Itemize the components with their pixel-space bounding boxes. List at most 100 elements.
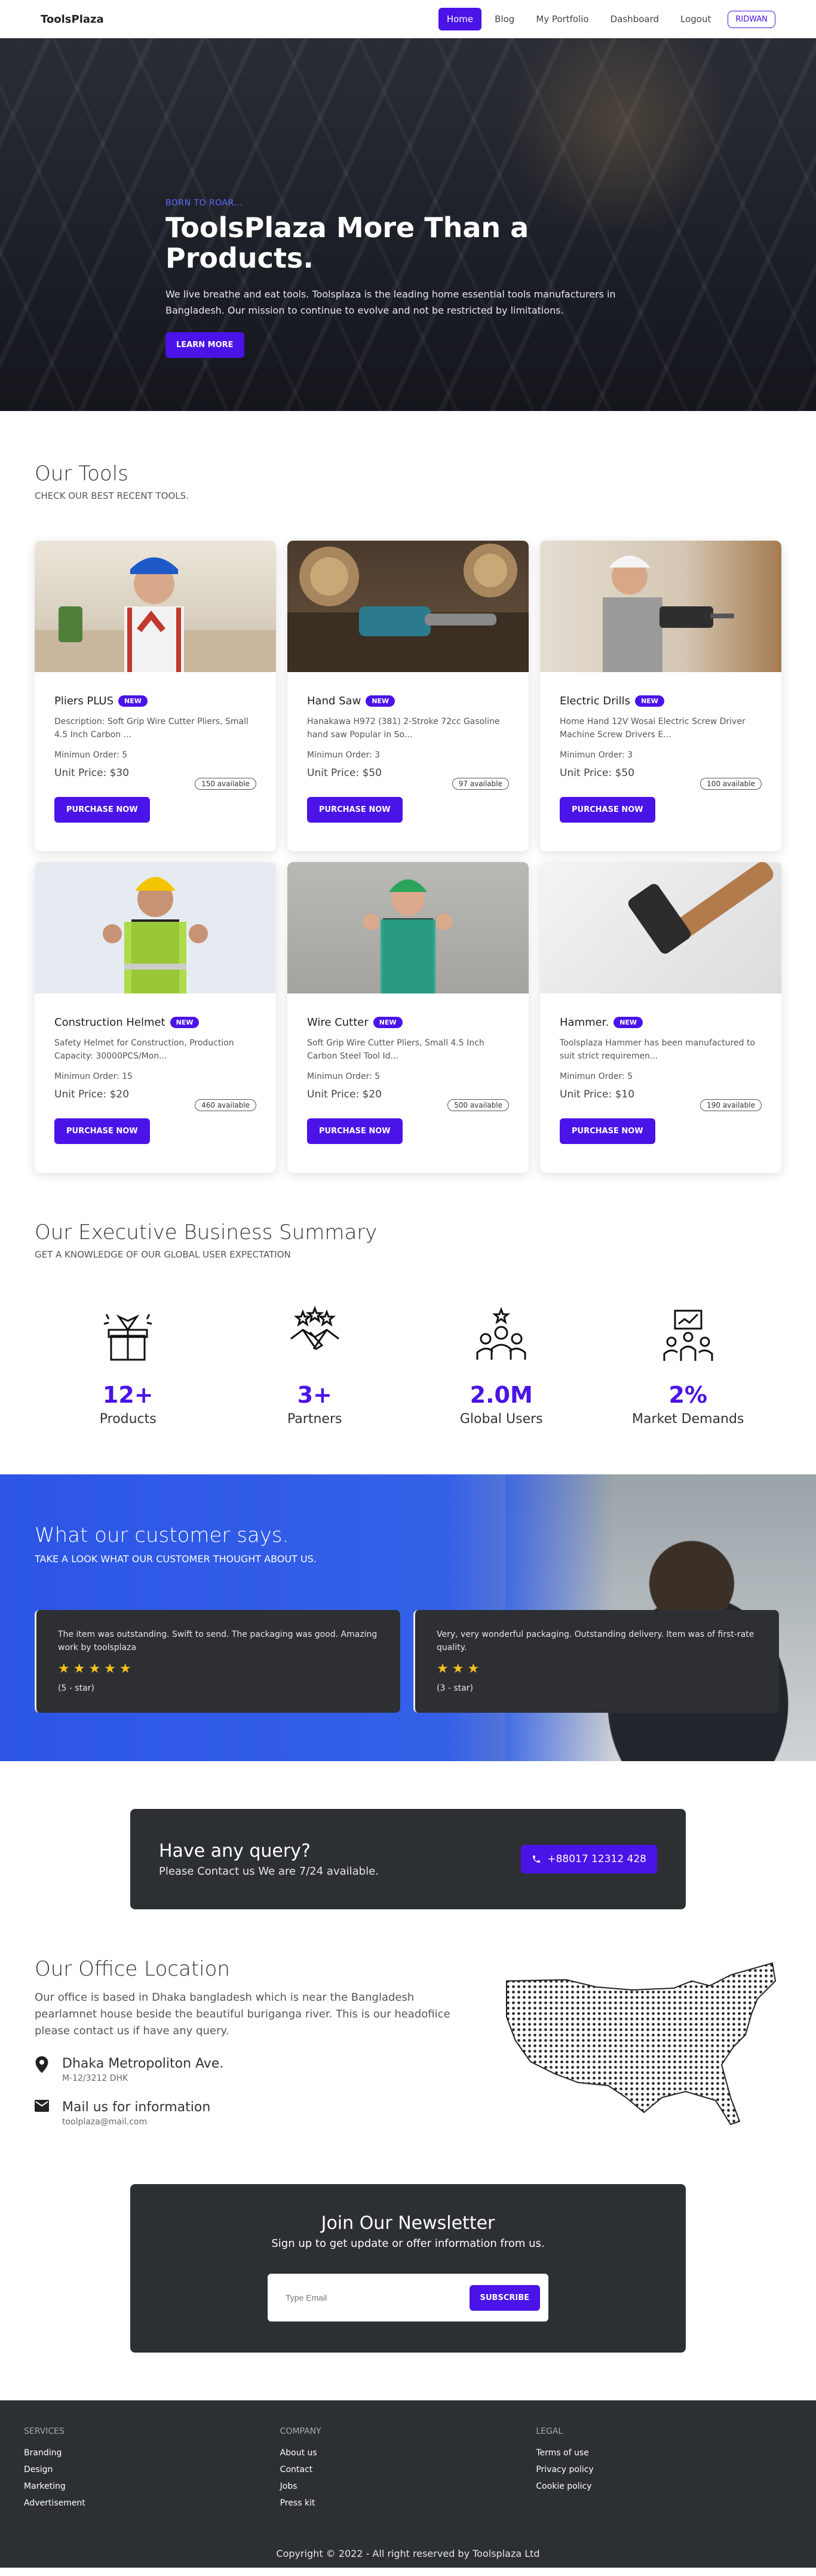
office-section: Our Office Location Our office is based … [35,1957,781,2136]
phone-number: +88017 12312 428 [547,1853,646,1865]
footer-link[interactable]: Terms of use [536,2448,792,2458]
footer-link[interactable]: About us [280,2448,536,2458]
hero-content: BORN TO ROAR... ToolsPlaza More Than a P… [165,198,631,358]
purchase-now-button[interactable]: PURCHASE NOW [560,797,655,823]
tool-available: 190 available [700,1099,762,1111]
user-button[interactable]: RIDWAN [728,10,775,28]
new-badge: NEW [613,1017,643,1028]
footer-link[interactable]: Press kit [280,2498,536,2508]
subscribe-button[interactable]: SUBSCRIBE [469,2284,540,2311]
newsletter-form: SUBSCRIBE [268,2274,548,2322]
query-subtitle: Please Contact us We are 7/24 available. [159,1865,379,1878]
hero-title: ToolsPlaza More Than a Products. [165,211,529,274]
address-item: Dhaka Metropoliton Ave. M-12/3212 DHK [35,2056,453,2083]
stat-global-users: 2.0M Global Users [408,1303,595,1427]
tool-card: Hand Saw NEW Hanakawa H972 (381) 2-Stroke… [287,541,529,851]
tool-min-order: Minimun Order: 15 [54,1072,133,1081]
footer-link[interactable]: Advertisement [24,2498,280,2508]
tool-name: Electric Drills [560,695,631,707]
mail-address[interactable]: toolplaza@mail.com [62,2117,210,2127]
new-badge: NEW [373,1017,403,1028]
email-input[interactable] [286,2293,441,2302]
testimonials-title: What our customer says. [35,1523,289,1547]
star-rating-icon: ★★★ [437,1661,483,1676]
purchase-now-button[interactable]: PURCHASE NOW [560,1118,655,1144]
purchase-now-button[interactable]: PURCHASE NOW [54,797,150,823]
newsletter-subtitle: Sign up to get update or offer informati… [271,2237,545,2250]
query-banner: Have any query? Please Contact us We are… [130,1809,686,1909]
tool-available: 97 available [452,778,509,790]
mail-icon [35,2099,49,2112]
footer-link[interactable]: Jobs [280,2482,536,2491]
stat-label: Market Demands [632,1412,744,1427]
tool-card: Hammer. NEW Toolsplaza Hammer has been ma… [540,862,781,1173]
nav-home[interactable]: Home [438,8,482,30]
nav-logout[interactable]: Logout [672,8,719,30]
tool-available: 500 available [447,1099,509,1111]
tool-name: Hand Saw [307,695,361,707]
reviews-row: The item was outstanding. Swift to send.… [35,1610,781,1713]
stat-value: 12+ [102,1382,154,1408]
review-text: The item was outstanding. Swift to send.… [58,1630,378,1653]
copyright: Copyright © 2022 - All right reserved by… [276,2548,540,2559]
mail-item: Mail us for information toolplaza@mail.c… [35,2099,453,2127]
presentation-icon [595,1303,782,1369]
tool-min-order: Minimun Order: 5 [560,1072,633,1081]
footer: SERVICES Branding Design Marketing Adver… [0,2400,816,2568]
tool-price: Unit Price: $20 [307,1088,382,1100]
nav-blog[interactable]: Blog [486,8,523,30]
footer-link[interactable]: Contact [280,2465,536,2474]
tool-image [540,862,781,993]
office-title: Our Office Location [35,1957,230,1981]
learn-more-button[interactable]: LEARN MORE [165,332,244,358]
address-sub: M-12/3212 DHK [62,2073,128,2083]
purchase-now-button[interactable]: PURCHASE NOW [54,1118,150,1144]
summary-title: Our Executive Business Summary [35,1220,378,1244]
call-button[interactable]: +88017 12312 428 [521,1845,657,1873]
users-icon [408,1303,595,1369]
stats-row: 12+ Products 3+ Partners 2.0M Global Use… [35,1303,781,1427]
tool-name: Hammer. [560,1016,609,1029]
tool-description: Hanakawa H972 (381) 2-Stroke 72cc Gasoli… [307,717,500,740]
brand-logo[interactable]: ToolsPlaza [41,13,104,26]
tool-price: Unit Price: $10 [560,1088,635,1100]
tool-description: Home Hand 12V Wosai Electric Screw Drive… [560,717,746,740]
tools-grid: Pliers PLUS NEW Description: Soft Grip Wi… [35,541,781,1173]
tool-price: Unit Price: $20 [54,1088,130,1100]
stat-value: 2% [668,1382,707,1408]
footer-link[interactable]: Branding [24,2448,280,2458]
address-title: Dhaka Metropoliton Ave. [62,2056,224,2071]
purchase-now-button[interactable]: PURCHASE NOW [307,1118,403,1144]
footer-link[interactable]: Marketing [24,2482,280,2491]
office-text: Our office is based in Dhaka bangladesh … [35,1991,450,2037]
tools-section: Our Tools CHECK OUR BEST RECENT TOOLS. P… [35,411,781,1173]
testimonials-content: What our customer says. TAKE A LOOK WHAT… [35,1523,781,1713]
phone-icon [533,1856,541,1863]
footer-link[interactable]: Cookie policy [536,2482,792,2491]
tool-available: 150 available [195,778,256,790]
tool-price: Unit Price: $30 [54,767,130,779]
footer-heading: LEGAL [536,2427,563,2436]
footer-company: COMPANY About us Contact Jobs Press kit [280,2427,536,2515]
stat-market-demands: 2% Market Demands [595,1303,782,1427]
footer-link[interactable]: Privacy policy [536,2465,792,2474]
testimonials-section: What our customer says. TAKE A LOOK WHAT… [0,1474,816,1761]
review-rating: (3 - star) [437,1683,473,1693]
nav-portfolio[interactable]: My Portfolio [527,8,597,30]
footer-link[interactable]: Design [24,2465,280,2474]
gift-box-icon [35,1303,222,1369]
stat-partners: 3+ Partners [222,1303,409,1427]
stat-value: 2.0M [470,1382,533,1408]
purchase-now-button[interactable]: PURCHASE NOW [307,797,403,823]
review-rating: (5 - star) [58,1683,94,1693]
testimonials-subtitle: TAKE A LOOK WHAT OUR CUSTOMER THOUGHT AB… [35,1553,317,1565]
tool-description: Description: Soft Grip Wire Cutter Plier… [54,717,249,740]
tool-image [287,862,529,993]
star-rating-icon: ★★★★★ [58,1661,135,1676]
summary-subtitle: GET A KNOWLEDGE OF OUR GLOBAL USER EXPEC… [35,1249,291,1260]
tool-image [35,541,276,672]
tools-subtitle: CHECK OUR BEST RECENT TOOLS. [35,490,189,501]
nav-dashboard[interactable]: Dashboard [602,8,667,30]
summary-section: Our Executive Business Summary GET A KNO… [35,1173,781,1427]
tool-min-order: Minimun Order: 3 [307,750,381,760]
